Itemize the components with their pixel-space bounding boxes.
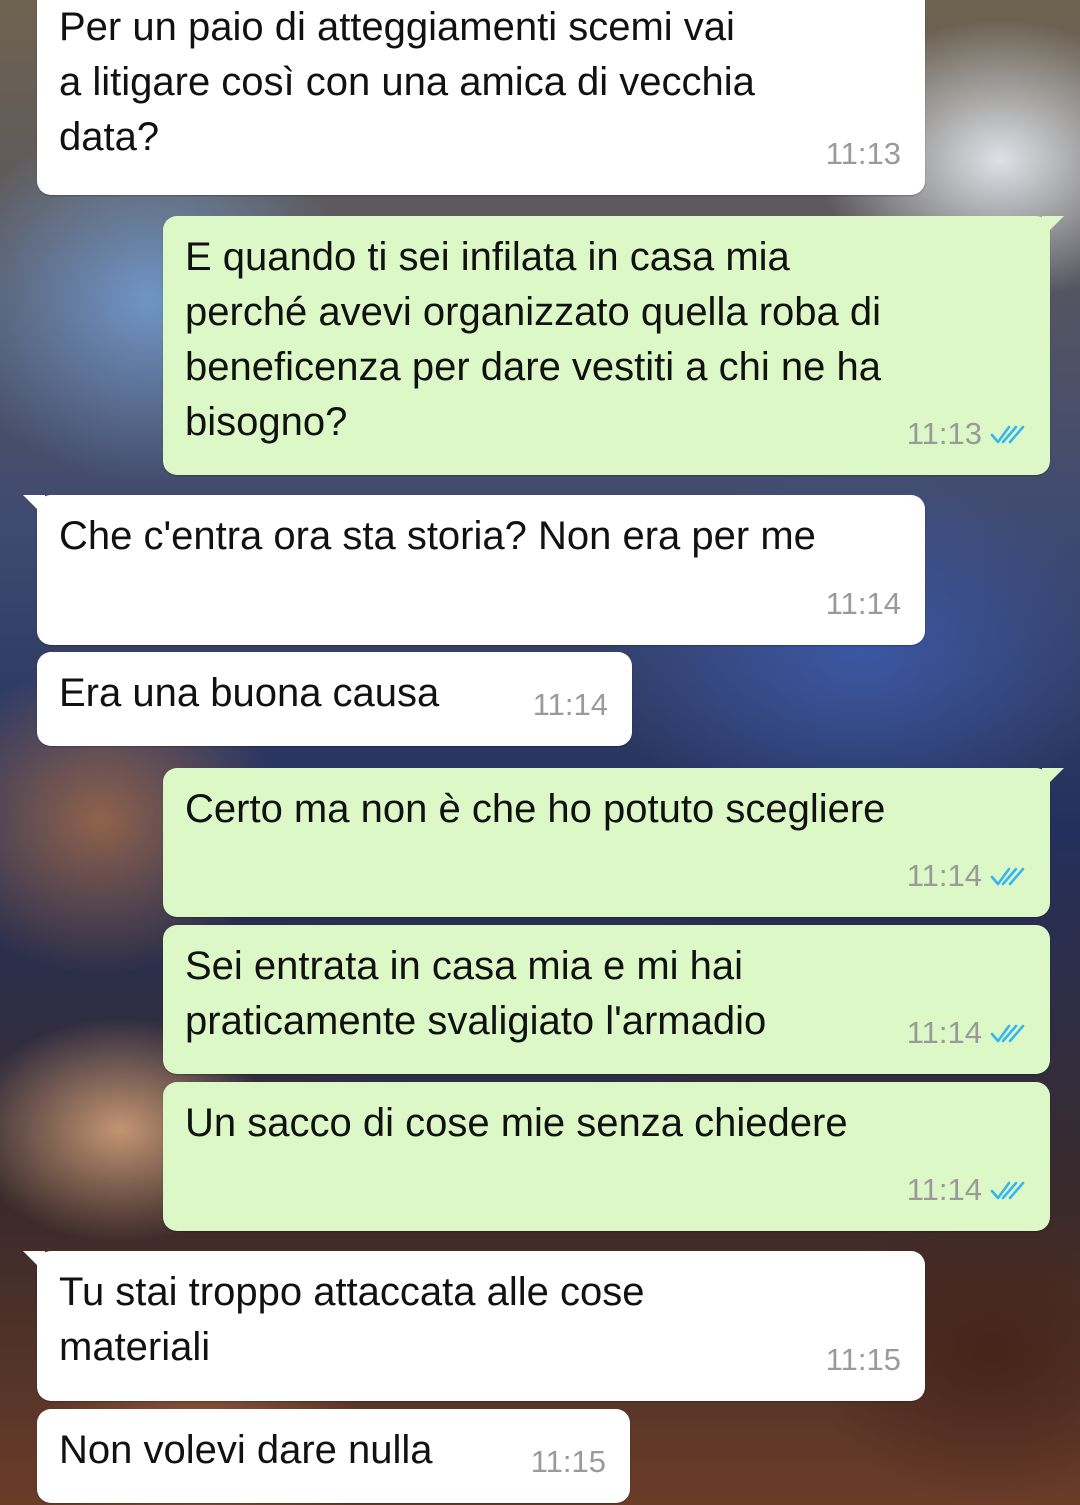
double-check-icon xyxy=(990,425,1025,443)
bubble-tail xyxy=(1042,768,1064,790)
message-time: 11:14 xyxy=(532,687,608,722)
message-meta: 11:14 xyxy=(907,848,1026,903)
message-text: Non volevi dare nulla xyxy=(59,1428,433,1472)
message-text: Sei entrata in casa mia e mi hai pratica… xyxy=(185,944,767,1043)
message-time: 11:14 xyxy=(906,858,982,893)
message-bubble-incoming[interactable]: Che c'entra ora sta storia? Non era per … xyxy=(23,495,925,645)
message-time: 11:13 xyxy=(906,416,982,451)
message-time: 11:15 xyxy=(825,1342,901,1377)
message-meta: 11:13 xyxy=(826,126,901,181)
message-meta: 11:14 xyxy=(907,1162,1026,1217)
message-bubble-incoming[interactable]: Era una buona causa 11:14 xyxy=(37,652,632,746)
message-text: Tu stai troppo attaccata alle cose mater… xyxy=(59,1270,645,1369)
bubble-tail xyxy=(1042,216,1064,238)
message-text: Certo ma non è che ho potuto scegliere xyxy=(185,787,886,831)
message-bubble-incoming[interactable]: Per un paio di atteggiamenti scemi vai a… xyxy=(37,0,925,195)
message-time: 11:14 xyxy=(906,1172,982,1207)
message-meta: 11:13 xyxy=(907,406,1026,461)
message-time: 11:14 xyxy=(906,1015,982,1050)
message-meta: 11:14 xyxy=(533,677,608,732)
message-bubble-incoming[interactable]: Tu stai troppo attaccata alle cose mater… xyxy=(23,1251,925,1401)
bubble-tail xyxy=(23,495,45,517)
message-time: 11:13 xyxy=(825,136,901,171)
message-bubble-outgoing[interactable]: Sei entrata in casa mia e mi hai pratica… xyxy=(163,925,1050,1074)
double-check-icon xyxy=(990,867,1025,885)
message-bubble-outgoing[interactable]: E quando ti sei infilata in casa mia per… xyxy=(163,216,1064,475)
message-text: Per un paio di atteggiamenti scemi vai a… xyxy=(59,5,755,159)
bubble-tail xyxy=(23,1251,45,1273)
double-check-icon xyxy=(990,1181,1025,1199)
message-meta: 11:15 xyxy=(531,1434,606,1489)
message-text: Era una buona causa xyxy=(59,671,440,715)
message-bubble-outgoing[interactable]: Un sacco di cose mie senza chiedere 11:1… xyxy=(163,1082,1050,1231)
message-meta: 11:14 xyxy=(826,576,901,631)
message-meta: 11:14 xyxy=(907,1005,1026,1060)
message-text: Un sacco di cose mie senza chiedere xyxy=(185,1101,848,1145)
message-bubble-incoming[interactable]: Non volevi dare nulla 11:15 xyxy=(37,1409,630,1503)
double-check-icon xyxy=(990,1024,1025,1042)
message-time: 11:15 xyxy=(530,1444,606,1479)
message-meta: 11:15 xyxy=(826,1332,901,1387)
message-time: 11:14 xyxy=(825,586,901,621)
message-text: Che c'entra ora sta storia? Non era per … xyxy=(59,514,816,558)
message-text: E quando ti sei infilata in casa mia per… xyxy=(185,235,881,444)
message-bubble-outgoing[interactable]: Certo ma non è che ho potuto scegliere 1… xyxy=(163,768,1064,917)
